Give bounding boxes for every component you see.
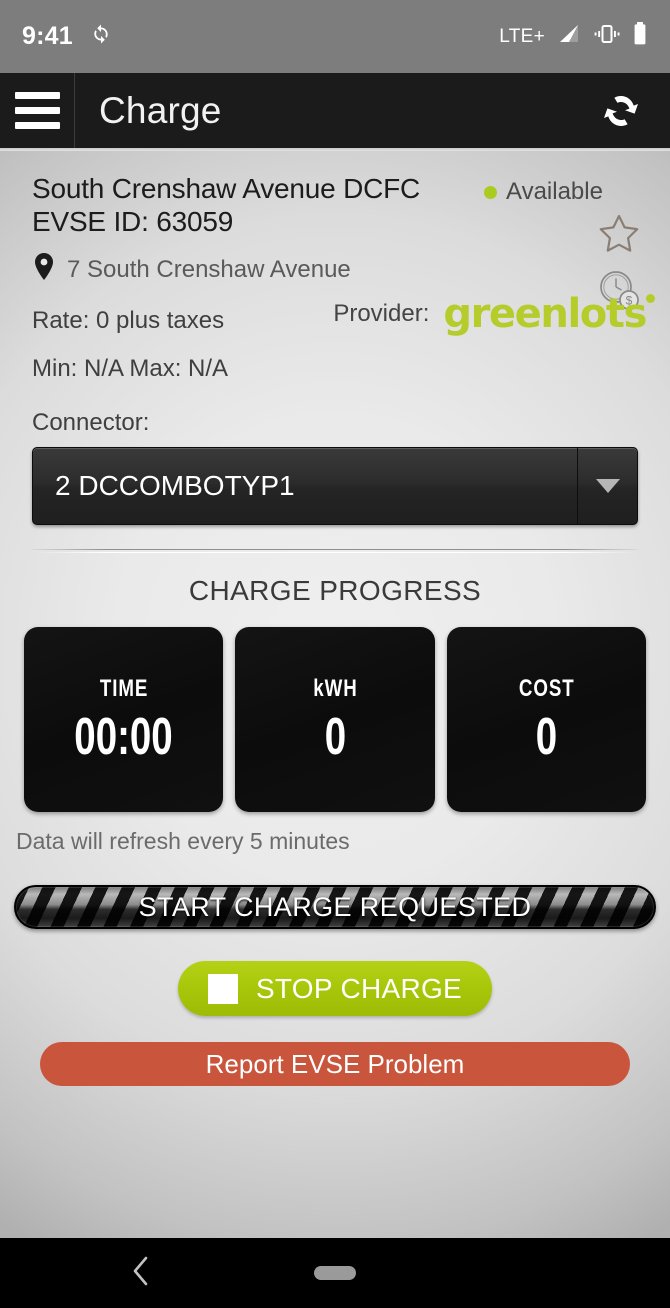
station-header: South Crenshaw Avenue DCFC EVSE ID: 6305… <box>0 148 670 383</box>
phone-screen: 9:41 LTE+ Charge South Crenshaw Avenue D… <box>0 0 670 1308</box>
tile-label: COST <box>518 675 575 703</box>
station-minmax: Min: N/A Max: N/A <box>32 355 229 383</box>
status-dot-icon <box>484 185 497 199</box>
report-evse-problem-label: Report EVSE Problem <box>205 1048 465 1079</box>
hamburger-bar <box>14 122 60 129</box>
status-label: Available <box>506 178 603 205</box>
connector-selected-value: 2 DCCOMBOTYP1 <box>55 470 295 502</box>
start-charge-status-label: START CHARGE REQUESTED <box>138 891 532 922</box>
start-charge-progress-bar: START CHARGE REQUESTED <box>14 885 656 930</box>
system-status-bar: 9:41 LTE+ <box>0 0 670 73</box>
page-title: Charge <box>99 89 222 131</box>
refresh-note: Data will refresh every 5 minutes <box>16 828 350 855</box>
provider-logo-dot <box>646 294 655 303</box>
hamburger-menu-icon[interactable] <box>0 73 74 148</box>
hamburger-bar <box>14 107 60 114</box>
network-type-label: LTE+ <box>499 25 545 47</box>
tile-label: kWH <box>312 675 358 703</box>
charge-progress-tiles: TIME 00:00 kWH 0 COST 0 <box>24 627 646 813</box>
tile-kwh: kWH 0 <box>235 627 435 813</box>
battery-icon <box>632 21 648 52</box>
station-title: South Crenshaw Avenue DCFC EVSE ID: 6305… <box>32 173 421 238</box>
station-title-row: South Crenshaw Avenue DCFC EVSE ID: 6305… <box>32 172 638 238</box>
hamburger-bar <box>14 92 60 99</box>
status-bar-right: LTE+ <box>499 21 648 52</box>
vibrate-icon <box>593 22 621 51</box>
station-address: 7 South Crenshaw Avenue <box>67 255 351 283</box>
provider-label: Provider: <box>333 300 430 327</box>
stop-charge-label: STOP CHARGE <box>255 972 463 1004</box>
app-bar: Charge <box>0 73 670 148</box>
chevron-down-glyph <box>595 479 620 494</box>
stop-charge-row: STOP CHARGE <box>0 961 670 1017</box>
charge-progress-title: CHARGE PROGRESS <box>188 575 482 607</box>
back-chevron-icon[interactable] <box>128 1254 154 1293</box>
provider-row: Provider: greenlots <box>333 294 655 334</box>
stop-charge-button[interactable]: STOP CHARGE <box>177 961 493 1017</box>
app-bar-divider <box>74 73 75 148</box>
connector-label: Connector: <box>32 409 150 437</box>
provider-logo: greenlots <box>443 294 655 334</box>
status-badge: Available <box>484 178 603 206</box>
stop-square-icon <box>207 973 238 1004</box>
tile-time: TIME 00:00 <box>24 627 224 813</box>
section-divider-highlight <box>32 552 638 554</box>
tile-value: 00:00 <box>74 708 173 767</box>
status-bar-left: 9:41 <box>22 22 113 51</box>
star-outline-icon[interactable] <box>596 210 642 261</box>
clock-time: 9:41 <box>22 22 73 50</box>
tile-value: 0 <box>324 708 346 767</box>
signal-bars-icon <box>556 22 582 51</box>
location-pin-icon <box>32 252 56 287</box>
sync-icon <box>89 22 113 51</box>
chevron-down-icon[interactable] <box>577 448 637 525</box>
tile-label: TIME <box>99 675 148 703</box>
station-address-row: 7 South Crenshaw Avenue <box>32 252 638 287</box>
tile-cost: COST 0 <box>446 627 646 813</box>
report-evse-problem-button[interactable]: Report EVSE Problem <box>40 1042 630 1087</box>
home-pill-icon[interactable] <box>314 1266 356 1280</box>
refresh-sync-icon[interactable] <box>590 80 652 142</box>
main-content: South Crenshaw Avenue DCFC EVSE ID: 6305… <box>0 148 670 1238</box>
section-divider <box>32 549 638 551</box>
tile-value: 0 <box>535 708 558 767</box>
system-navigation-bar <box>0 1238 670 1308</box>
provider-logo-text: greenlots <box>443 291 647 337</box>
connector-select[interactable]: 2 DCCOMBOTYP1 <box>32 447 638 526</box>
